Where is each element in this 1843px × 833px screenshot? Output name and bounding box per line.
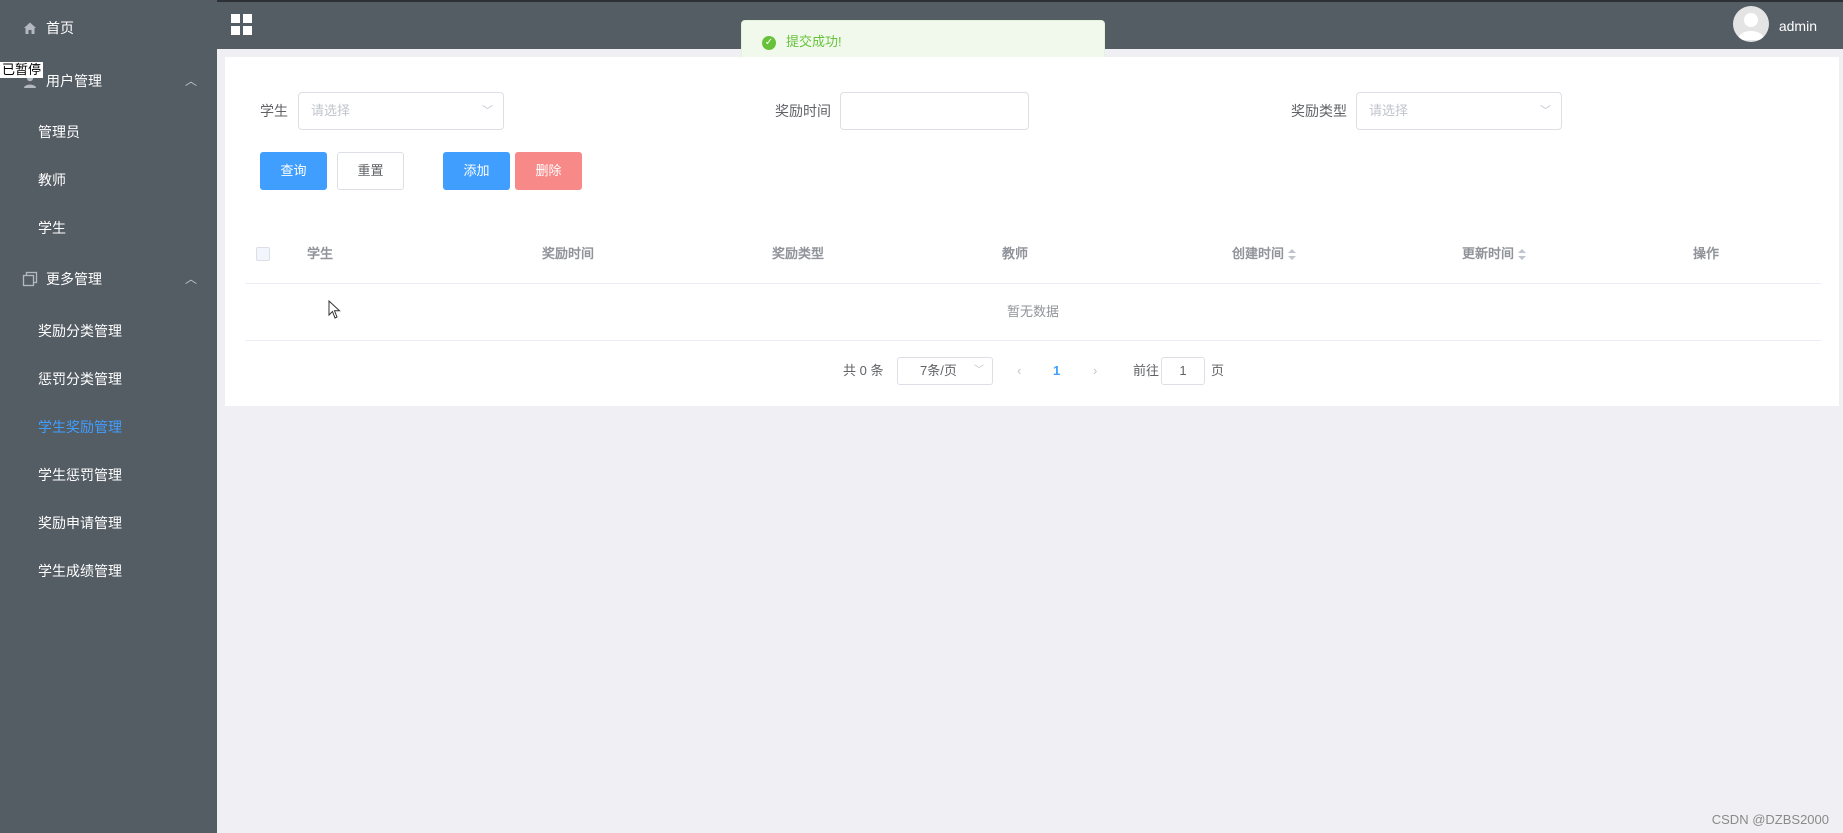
student-select-placeholder: 请选择 xyxy=(311,103,351,118)
chevron-up-icon: ︿ xyxy=(184,74,197,88)
sidebar-item-student-punish[interactable]: 学生惩罚管理 xyxy=(0,453,217,497)
sidebar-item-label: 学生奖励管理 xyxy=(38,419,122,435)
username[interactable]: admin xyxy=(1779,2,1817,50)
sidebar-item-student[interactable]: 学生 xyxy=(0,206,217,250)
sidebar-item-label: 首页 xyxy=(46,20,74,36)
column-label: 创建时间 xyxy=(1232,246,1285,261)
sort-icon[interactable] xyxy=(1518,248,1527,261)
sidebar-item-label: 学生惩罚管理 xyxy=(38,467,122,483)
column-updated-time[interactable]: 更新时间 xyxy=(1462,225,1527,283)
sidebar-group-label: 更多管理 xyxy=(46,271,102,287)
column-teacher: 教师 xyxy=(1002,246,1029,261)
current-page[interactable]: 1 xyxy=(1053,357,1060,385)
next-page-icon[interactable]: › xyxy=(1093,357,1097,385)
chevron-down-icon: ﹀ xyxy=(974,365,984,376)
avatar[interactable] xyxy=(1733,6,1769,42)
sidebar-group-label: 用户管理 xyxy=(46,73,102,89)
mouse-cursor-icon xyxy=(328,300,341,319)
sidebar-item-student-reward[interactable]: 学生奖励管理 xyxy=(0,405,217,449)
goto-page-input[interactable]: 1 xyxy=(1161,357,1205,385)
page-size-select[interactable]: 7条/页 ﹀ xyxy=(897,357,993,385)
student-select[interactable]: 请选择 ﹀ xyxy=(298,92,504,130)
goto-label: 前往 xyxy=(1133,363,1160,378)
pause-overlay-text: 已暂停 xyxy=(0,62,44,78)
table-header: 学生 奖励时间 奖励类型 教师 创建时间 更新时间 操作 xyxy=(245,225,1821,284)
empty-text: 暂无数据 xyxy=(1006,304,1059,319)
reset-button[interactable]: 重置 xyxy=(337,152,404,190)
sidebar-item-student-score[interactable]: 学生成绩管理 xyxy=(0,549,217,593)
sidebar-item-label: 奖励分类管理 xyxy=(38,323,122,339)
sidebar-item-label: 奖励申请管理 xyxy=(38,515,122,531)
sidebar-item-label: 惩罚分类管理 xyxy=(38,371,122,387)
column-reward-type: 奖励类型 xyxy=(772,246,825,261)
column-student: 学生 xyxy=(307,246,334,261)
page-unit-label: 页 xyxy=(1211,363,1225,378)
avatar-user-icon xyxy=(1738,13,1764,40)
sidebar-item-admin[interactable]: 管理员 xyxy=(0,110,217,154)
success-check-icon: ✓ xyxy=(762,36,776,50)
pagination-total: 共 0 条 xyxy=(843,363,884,378)
filter-label-reward-time: 奖励时间 xyxy=(775,103,831,119)
page-size-value: 7条/页 xyxy=(920,363,957,378)
sidebar-item-punish-category[interactable]: 惩罚分类管理 xyxy=(0,357,217,401)
sidebar-item-label: 教师 xyxy=(38,172,66,188)
add-button[interactable]: 添加 xyxy=(443,152,510,190)
query-button[interactable]: 查询 xyxy=(260,152,327,190)
sidebar-group-more-mgmt[interactable]: 更多管理 ︿ xyxy=(0,257,217,301)
filter-label-student: 学生 xyxy=(260,103,288,119)
chevron-down-icon: ﹀ xyxy=(1540,105,1551,117)
sidebar-item-home[interactable]: 首页 xyxy=(0,6,217,50)
reward-type-select[interactable]: 请选择 ﹀ xyxy=(1356,92,1562,130)
column-label: 更新时间 xyxy=(1462,246,1515,261)
sidebar: 首页 用户管理 ︿ 管理员 教师 学生 更多管理 ︿ 奖励分类管理 惩罚分类管理… xyxy=(0,0,217,833)
menu-grid-icon[interactable] xyxy=(231,14,253,36)
table-empty-row: 暂无数据 xyxy=(245,283,1821,341)
sidebar-item-reward-category[interactable]: 奖励分类管理 xyxy=(0,309,217,353)
sort-icon[interactable] xyxy=(1288,248,1297,261)
delete-button[interactable]: 删除 xyxy=(515,152,582,190)
select-all-checkbox[interactable] xyxy=(256,247,270,261)
content-panel: 学生 请选择 ﹀ 奖励时间 奖励类型 请选择 ﹀ 查询 重置 添加 删除 学生 … xyxy=(225,57,1839,406)
filter-label-reward-type: 奖励类型 xyxy=(1291,103,1347,119)
prev-page-icon[interactable]: ‹ xyxy=(1017,357,1021,385)
column-actions: 操作 xyxy=(1693,246,1720,261)
sidebar-item-reward-apply[interactable]: 奖励申请管理 xyxy=(0,501,217,545)
sidebar-item-label: 学生成绩管理 xyxy=(38,563,122,579)
reward-type-placeholder: 请选择 xyxy=(1369,103,1409,118)
reward-time-input[interactable] xyxy=(840,92,1029,130)
watermark: CSDN @DZBS2000 xyxy=(1711,812,1829,827)
copy-icon xyxy=(22,271,38,287)
sidebar-item-label: 管理员 xyxy=(38,124,80,140)
sidebar-item-teacher[interactable]: 教师 xyxy=(0,158,217,202)
column-created-time[interactable]: 创建时间 xyxy=(1232,225,1297,283)
chevron-down-icon: ﹀ xyxy=(482,105,493,117)
column-reward-time: 奖励时间 xyxy=(542,246,595,261)
home-icon xyxy=(24,22,36,34)
chevron-up-icon: ︿ xyxy=(184,272,197,286)
sidebar-item-label: 学生 xyxy=(38,220,66,236)
